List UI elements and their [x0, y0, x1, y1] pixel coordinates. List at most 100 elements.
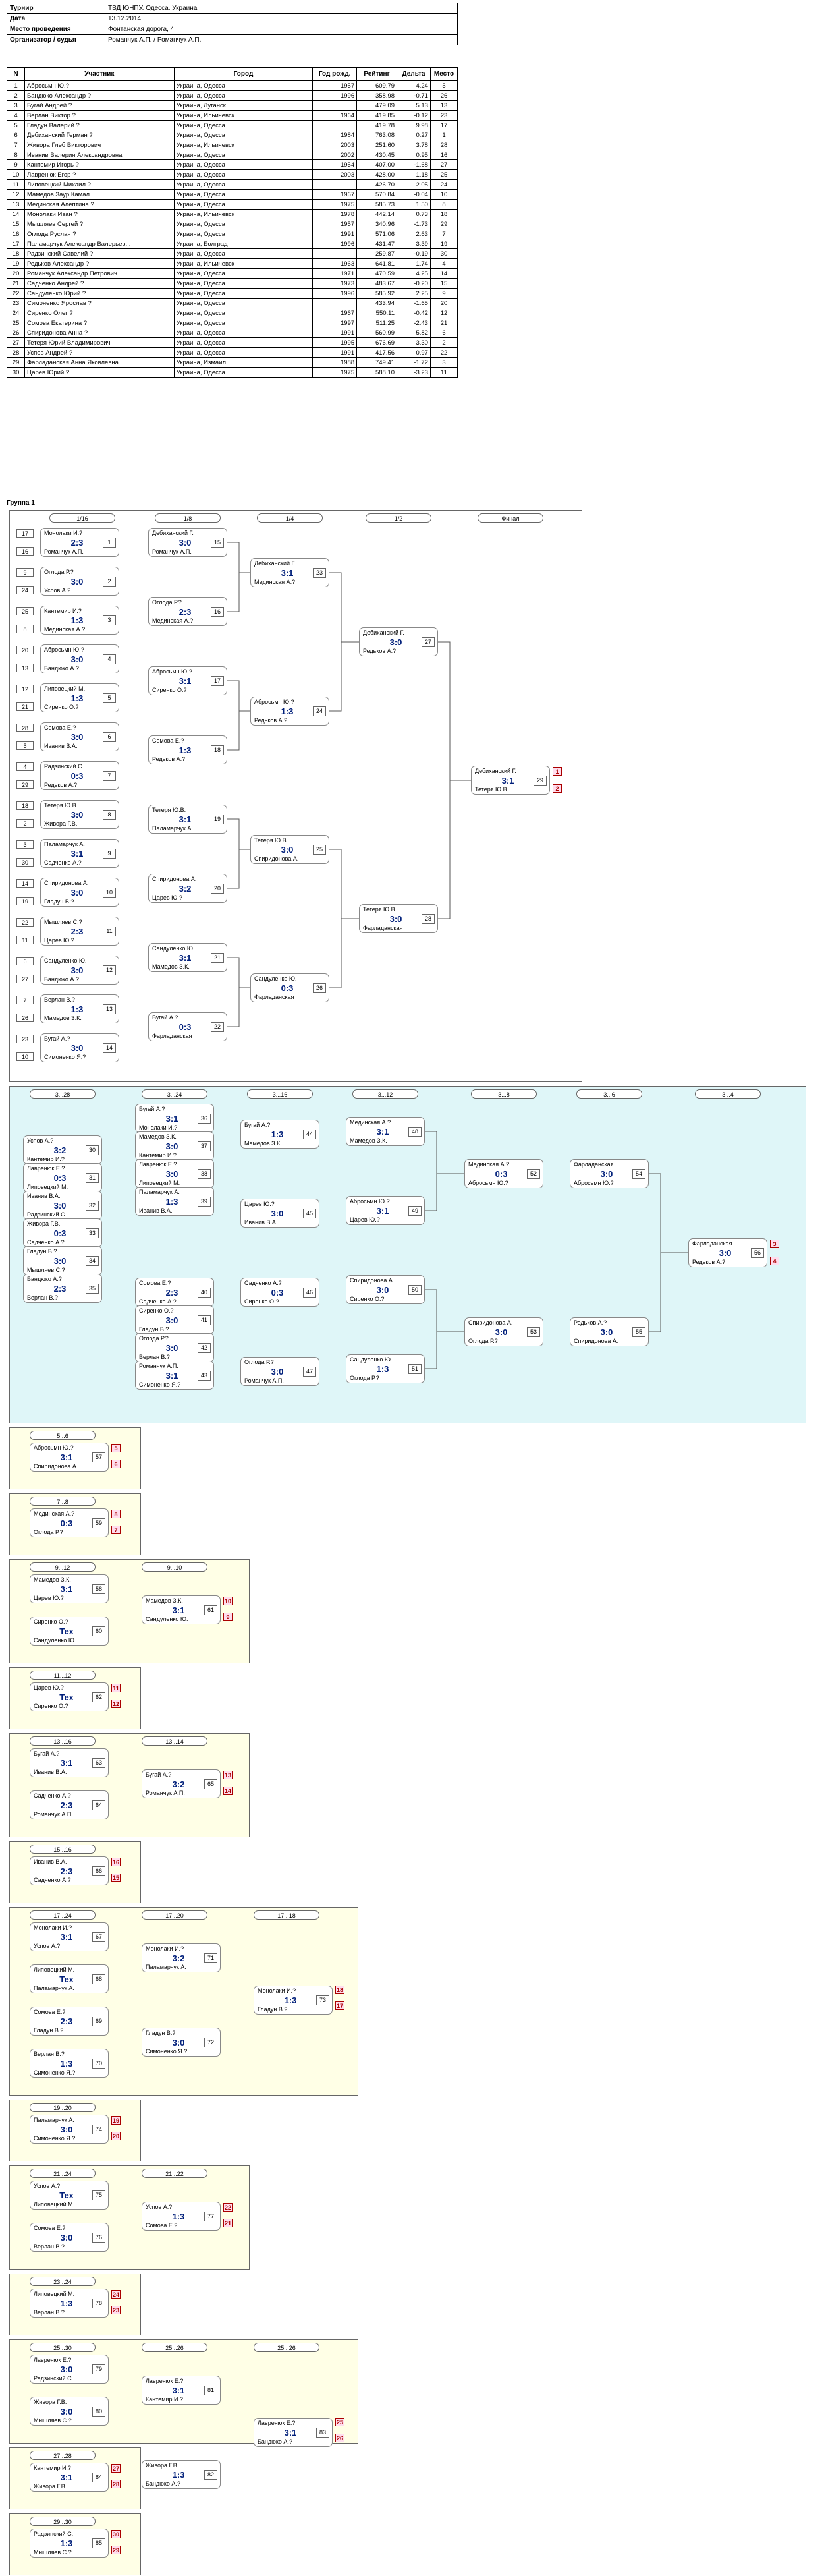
bracket-lines: [10, 1668, 142, 1730]
player-cell: Дебиханский Герман ?: [24, 130, 175, 140]
connector-line: [227, 957, 250, 1027]
player-row: 30 Царев Юрий ? Украина, Одесса 1975 588.10-…: [7, 367, 458, 378]
player-cell: 1996: [312, 239, 358, 249]
connector-line: [227, 542, 250, 612]
player-cell: 570.84: [356, 189, 398, 200]
connector-line: [227, 818, 250, 889]
player-cell: Гладун Валерий ?: [24, 120, 175, 130]
bracket-lines: [10, 1842, 142, 1904]
player-cell: 426.70: [356, 179, 398, 190]
player-cell: -0.04: [397, 189, 431, 200]
player-cell: Украина, Одесса: [173, 298, 314, 308]
group-title: Группа 1: [7, 500, 35, 507]
player-cell: Украина, Ильичевск: [173, 140, 314, 150]
tournament-info-table: Турнир ТВД ЮНПУ. Одесса. Украина Дата 13.12…: [7, 3, 458, 45]
bracket-lines: [10, 1908, 359, 2096]
player-cell: Украина, Одесса: [173, 179, 314, 190]
player-cell: 419.78: [356, 120, 398, 130]
player-cell: 430.45: [356, 150, 398, 160]
player-cell: 29: [7, 357, 25, 368]
player-cell: Украина, Одесса: [173, 278, 314, 289]
player-cell: Монолаки Иван ?: [24, 209, 175, 219]
player-cell: Украина, Одесса: [173, 150, 314, 160]
player-cell: Украина, Одесса: [173, 347, 314, 358]
player-cell: 1996: [312, 288, 358, 299]
match-score: 1:3: [172, 2470, 185, 2480]
player-one: Живора Г.В.: [146, 2462, 179, 2469]
player-cell: 13: [7, 199, 25, 210]
player-cell: [312, 120, 358, 130]
player-cell: Лавренюк Егор ?: [24, 169, 175, 180]
player-cell: Абросьмн Ю.?: [24, 80, 175, 91]
match-box[interactable]: Живора Г.В. Бандюко А.? 1:3 82: [142, 2460, 221, 2489]
player-row: 11 Липовецкий Михаил ? Украина, Одесса 426.…: [7, 179, 458, 190]
player-cell: Садченко Андрей ?: [24, 278, 175, 289]
player-cell: Украина, Одесса: [173, 288, 314, 299]
player-cell: 19: [7, 258, 25, 269]
player-row: 5 Гладун Валерий ? Украина, Одесса 419.78 9.…: [7, 120, 458, 130]
bracket-lines: [10, 2166, 250, 2270]
player-cell: 4.24: [397, 80, 431, 91]
player-cell: 1.74: [397, 258, 431, 269]
player-cell: 1957: [312, 80, 358, 91]
player-cell: 10: [429, 189, 458, 200]
player-cell: Украина, Одесса: [173, 219, 314, 229]
bracket-lines: [425, 1131, 688, 1369]
connector-line: [425, 1131, 464, 1211]
player-row: 2 Бандюко Александр ? Украина, Одесса 1996 3…: [7, 90, 458, 101]
player-cell: Мединская Алептина ?: [24, 199, 175, 210]
player-cell: 18: [429, 209, 458, 219]
placement-section: 15...16 Иванив В.А. Садченко А.? 2:3 66 16 15: [9, 1841, 141, 1903]
player-cell: 2003: [312, 140, 358, 150]
player-cell: Иванив Валерия Александровна: [24, 150, 175, 160]
player-cell: 20: [7, 268, 25, 279]
player-cell: Кантемир Игорь ?: [24, 159, 175, 170]
player-row: 26 Спиридонова Анна ? Украина, Одесса 1991 5…: [7, 328, 458, 338]
player-cell: 6: [429, 328, 458, 338]
player-cell: 641.81: [356, 258, 398, 269]
player-cell: 676.69: [356, 337, 398, 348]
player-cell: Украина, Одесса: [173, 199, 314, 210]
player-cell: [312, 100, 358, 111]
placement-section: 19...20 Паламарчук А. Симоненко Я.? 3:0 74 19…: [9, 2100, 141, 2161]
player-cell: 8: [429, 199, 458, 210]
player-cell: 483.67: [356, 278, 398, 289]
player-cell: Украина, Одесса: [173, 169, 314, 180]
player-cell: Симоненко Ярослав ?: [24, 298, 175, 308]
player-cell: 9: [429, 288, 458, 299]
player-cell: 26: [429, 90, 458, 101]
info-value: ТВД ЮНПУ. Одесса. Украина: [105, 3, 458, 14]
player-cell: 433.94: [356, 298, 398, 308]
player-cell: 560.99: [356, 328, 398, 338]
player-cell: 571.06: [356, 229, 398, 239]
player-cell: Украина, Одесса: [173, 120, 314, 130]
player-cell: 5.82: [397, 328, 431, 338]
player-row: 16 Оглода Руслан ? Украина, Одесса 1991 571.…: [7, 229, 458, 239]
player-cell: 1971: [312, 268, 358, 279]
player-cell: 15: [7, 219, 25, 229]
player-row: 25 Сомова Екатерина ? Украина, Одесса 1997 5…: [7, 318, 458, 328]
player-cell: 1991: [312, 328, 358, 338]
bracket-lines: [10, 2340, 359, 2444]
consolation-bracket-panel: 3...28 3...24 3...16 3...12 3...8 3...6 3...4 Б…: [9, 1086, 806, 1423]
player-cell: 17: [7, 239, 25, 249]
player-cell: Украина, Одесса: [173, 159, 314, 170]
player-cell: 1: [429, 130, 458, 140]
info-key: Организатор / судья: [7, 34, 105, 45]
player-cell: Украина, Одесса: [173, 318, 314, 328]
player-cell: 4: [429, 258, 458, 269]
player-cell: Украина, Ильичевск: [173, 258, 314, 269]
player-cell: 6: [7, 130, 25, 140]
player-cell: 7: [429, 229, 458, 239]
player-cell: 26: [7, 328, 25, 338]
placement-section: 9...12 Мамедов З.К. Царев Ю.? 3:1 58 Сиренко …: [9, 1559, 250, 1663]
connector-line: [227, 680, 250, 751]
player-cell: 3.78: [397, 140, 431, 150]
player-cell: Успов Андрей ?: [24, 347, 175, 358]
player-row: 28 Успов Андрей ? Украина, Одесса 1991 417.5…: [7, 347, 458, 358]
player-cell: 588.10: [356, 367, 398, 378]
player-cell: 4.25: [397, 268, 431, 279]
player-cell: [312, 298, 358, 308]
player-cell: 1973: [312, 278, 358, 289]
player-cell: 5.13: [397, 100, 431, 111]
